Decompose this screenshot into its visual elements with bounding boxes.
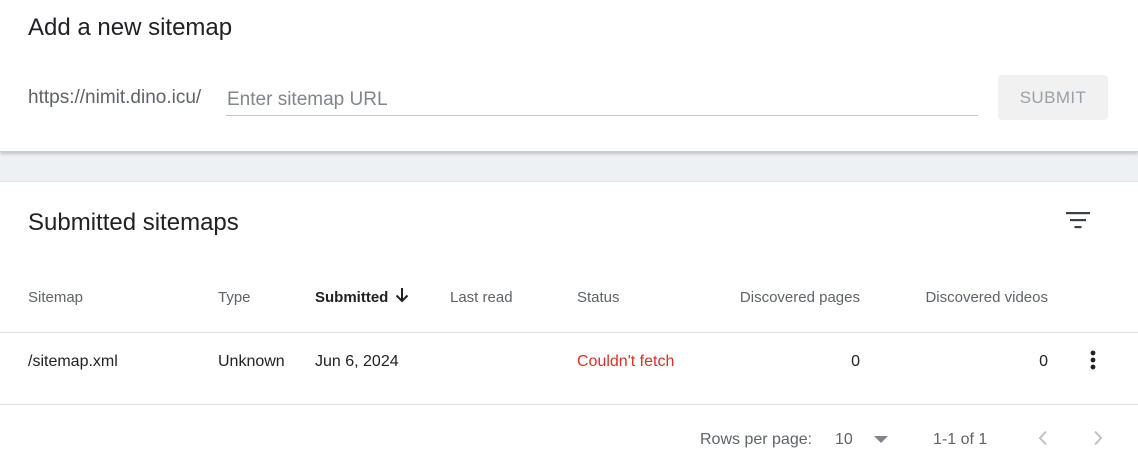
row-discovered-pages: 0 [851,353,860,370]
chevron-left-icon [1038,430,1047,446]
rows-per-page-select[interactable]: 10 [835,427,895,453]
filter-icon [1066,212,1090,229]
column-header-discovered-pages[interactable]: Discovered pages [700,289,860,306]
submitted-sitemaps-title: Submitted sitemaps [28,209,239,236]
row-discovered-videos: 0 [1039,353,1048,370]
submitted-sitemaps-card: Submitted sitemaps Sitemap Type Submitte… [0,181,1138,467]
arrow-down-icon[interactable] [394,286,410,304]
pagination-range: 1-1 of 1 [933,431,988,448]
rows-per-page-label: Rows per page: [700,431,813,448]
column-header-last-read[interactable]: Last read [450,289,513,306]
sitemap-url-input[interactable] [226,84,978,116]
table-header-divider [0,332,1138,333]
column-header-discovered-videos[interactable]: Discovered videos [888,289,1048,306]
rows-per-page-value: 10 [835,431,853,448]
row-more-button[interactable] [1081,348,1105,372]
next-page-button[interactable] [1086,426,1110,450]
row-sitemap[interactable]: /sitemap.xml [28,353,118,371]
row-status: Couldn't fetch [577,353,675,370]
column-header-status[interactable]: Status [577,289,620,306]
add-sitemap-card: Add a new sitemap https://nimit.dino.icu… [0,0,1138,152]
caret-down-icon [874,436,888,443]
more-vert-icon [1090,350,1096,370]
previous-page-button[interactable] [1031,426,1055,450]
row-type: Unknown [218,353,285,370]
table-footer-divider [0,404,1138,405]
column-header-sitemap[interactable]: Sitemap [28,289,83,306]
sitemap-url-prefix: https://nimit.dino.icu/ [28,87,202,108]
section-gap [0,152,1138,181]
row-submitted: Jun 6, 2024 [315,353,399,370]
column-header-type[interactable]: Type [218,289,251,306]
add-sitemap-title: Add a new sitemap [28,14,233,41]
submit-button[interactable]: SUBMIT [998,75,1108,120]
chevron-right-icon [1094,430,1103,446]
column-header-submitted[interactable]: Submitted [315,289,388,306]
filter-button[interactable] [1059,202,1097,238]
